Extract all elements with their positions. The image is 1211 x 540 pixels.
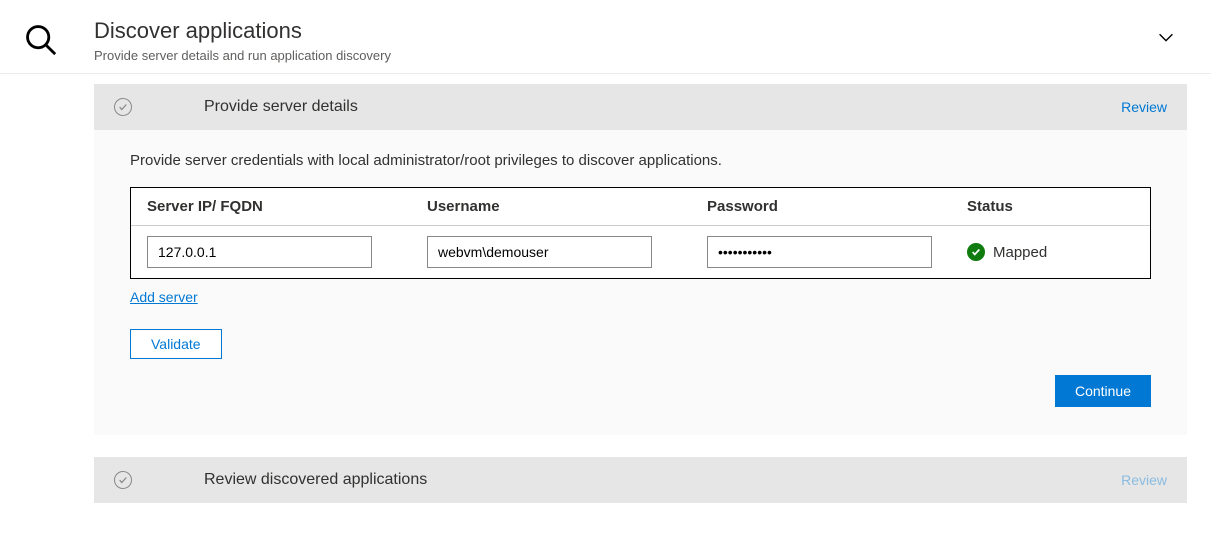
review-link-discovered-apps[interactable]: Review bbox=[1121, 472, 1167, 488]
header-titles: Discover applications Provide server det… bbox=[94, 18, 1155, 63]
col-header-username: Username bbox=[427, 198, 707, 215]
step-check-icon bbox=[114, 98, 132, 116]
table-row: Mapped bbox=[131, 226, 1150, 278]
content-area: Provide server details Review Provide se… bbox=[0, 74, 1211, 503]
search-icon bbox=[24, 23, 58, 60]
section-title: Provide server details bbox=[204, 98, 1121, 116]
search-icon-wrap bbox=[24, 18, 94, 60]
page-subtitle: Provide server details and run applicati… bbox=[94, 48, 1155, 63]
col-header-status: Status bbox=[967, 198, 1134, 215]
validate-button[interactable]: Validate bbox=[130, 329, 222, 359]
step-check-icon bbox=[114, 471, 132, 489]
status-cell: Mapped bbox=[967, 243, 1134, 261]
col-header-password: Password bbox=[707, 198, 967, 215]
server-table: Server IP/ FQDN Username Password Status bbox=[130, 187, 1151, 279]
section-body-server-details: Provide server credentials with local ad… bbox=[94, 130, 1187, 435]
password-input[interactable] bbox=[707, 236, 932, 268]
section-header-review-apps: Review discovered applications Review bbox=[94, 457, 1187, 503]
section-header-server-details: Provide server details Review bbox=[94, 84, 1187, 130]
page-header: Discover applications Provide server det… bbox=[0, 0, 1211, 74]
username-input[interactable] bbox=[427, 236, 652, 268]
status-label: Mapped bbox=[993, 244, 1047, 261]
add-server-link[interactable]: Add server bbox=[130, 289, 198, 305]
page-title: Discover applications bbox=[94, 18, 1155, 44]
section-title: Review discovered applications bbox=[204, 471, 1121, 489]
server-ip-input[interactable] bbox=[147, 236, 372, 268]
review-link-server-details[interactable]: Review bbox=[1121, 99, 1167, 115]
continue-button[interactable]: Continue bbox=[1055, 375, 1151, 407]
instructions-text: Provide server credentials with local ad… bbox=[130, 152, 1151, 169]
status-success-icon bbox=[967, 243, 985, 261]
col-header-ip: Server IP/ FQDN bbox=[147, 198, 427, 215]
chevron-down-icon bbox=[1155, 26, 1177, 51]
table-header: Server IP/ FQDN Username Password Status bbox=[131, 188, 1150, 226]
collapse-toggle[interactable] bbox=[1155, 18, 1187, 51]
